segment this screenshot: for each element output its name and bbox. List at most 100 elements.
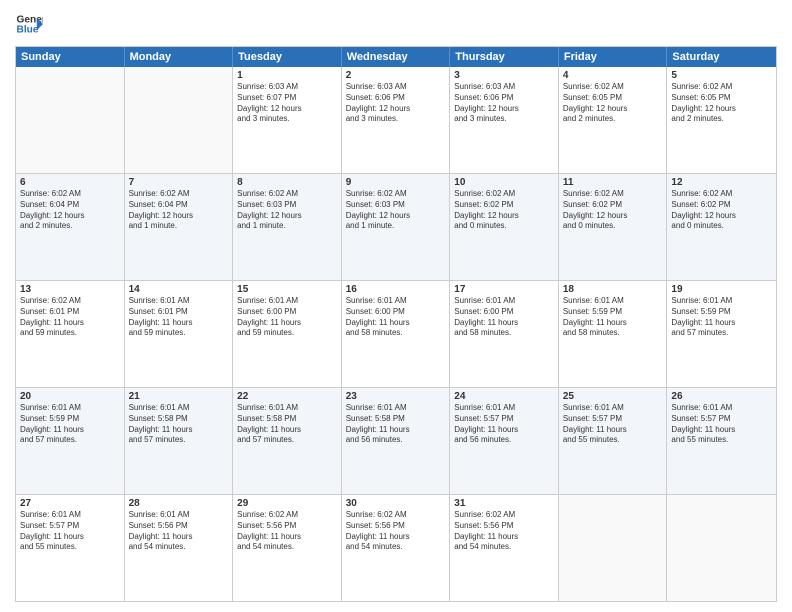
day-header-sunday: Sunday: [16, 47, 125, 67]
calendar-cell: 5Sunrise: 6:02 AM Sunset: 6:05 PM Daylig…: [667, 67, 776, 173]
cell-date: 5: [671, 70, 772, 81]
cell-date: 14: [129, 284, 229, 295]
calendar-cell: 16Sunrise: 6:01 AM Sunset: 6:00 PM Dayli…: [342, 281, 451, 387]
calendar-cell: 27Sunrise: 6:01 AM Sunset: 5:57 PM Dayli…: [16, 495, 125, 601]
cell-date: 16: [346, 284, 446, 295]
calendar-cell: 13Sunrise: 6:02 AM Sunset: 6:01 PM Dayli…: [16, 281, 125, 387]
cell-info: Sunrise: 6:02 AM Sunset: 6:03 PM Dayligh…: [346, 189, 446, 232]
calendar-cell: 30Sunrise: 6:02 AM Sunset: 5:56 PM Dayli…: [342, 495, 451, 601]
cell-info: Sunrise: 6:02 AM Sunset: 6:02 PM Dayligh…: [671, 189, 772, 232]
cell-info: Sunrise: 6:02 AM Sunset: 6:03 PM Dayligh…: [237, 189, 337, 232]
cell-date: 7: [129, 177, 229, 188]
calendar-cell: 12Sunrise: 6:02 AM Sunset: 6:02 PM Dayli…: [667, 174, 776, 280]
cell-info: Sunrise: 6:03 AM Sunset: 6:06 PM Dayligh…: [454, 82, 554, 125]
day-header-monday: Monday: [125, 47, 234, 67]
cell-info: Sunrise: 6:02 AM Sunset: 6:01 PM Dayligh…: [20, 296, 120, 339]
calendar-cell: 8Sunrise: 6:02 AM Sunset: 6:03 PM Daylig…: [233, 174, 342, 280]
cell-info: Sunrise: 6:02 AM Sunset: 6:04 PM Dayligh…: [20, 189, 120, 232]
cell-date: 1: [237, 70, 337, 81]
cell-date: 29: [237, 498, 337, 509]
cell-info: Sunrise: 6:03 AM Sunset: 6:07 PM Dayligh…: [237, 82, 337, 125]
calendar-cell: 2Sunrise: 6:03 AM Sunset: 6:06 PM Daylig…: [342, 67, 451, 173]
calendar-cell: 23Sunrise: 6:01 AM Sunset: 5:58 PM Dayli…: [342, 388, 451, 494]
cell-info: Sunrise: 6:01 AM Sunset: 5:59 PM Dayligh…: [20, 403, 120, 446]
cell-date: 10: [454, 177, 554, 188]
calendar-cell: 4Sunrise: 6:02 AM Sunset: 6:05 PM Daylig…: [559, 67, 668, 173]
cell-date: 26: [671, 391, 772, 402]
cell-date: 6: [20, 177, 120, 188]
calendar-cell: 9Sunrise: 6:02 AM Sunset: 6:03 PM Daylig…: [342, 174, 451, 280]
calendar-cell: 3Sunrise: 6:03 AM Sunset: 6:06 PM Daylig…: [450, 67, 559, 173]
calendar-cell: 26Sunrise: 6:01 AM Sunset: 5:57 PM Dayli…: [667, 388, 776, 494]
cell-date: 22: [237, 391, 337, 402]
cell-date: 21: [129, 391, 229, 402]
cell-date: 23: [346, 391, 446, 402]
cell-date: 20: [20, 391, 120, 402]
cell-date: 30: [346, 498, 446, 509]
cell-info: Sunrise: 6:01 AM Sunset: 5:57 PM Dayligh…: [671, 403, 772, 446]
cell-date: 24: [454, 391, 554, 402]
cell-info: Sunrise: 6:01 AM Sunset: 6:00 PM Dayligh…: [454, 296, 554, 339]
cell-info: Sunrise: 6:03 AM Sunset: 6:06 PM Dayligh…: [346, 82, 446, 125]
calendar-row: 6Sunrise: 6:02 AM Sunset: 6:04 PM Daylig…: [16, 174, 776, 281]
calendar-cell: 6Sunrise: 6:02 AM Sunset: 6:04 PM Daylig…: [16, 174, 125, 280]
calendar-cell: 22Sunrise: 6:01 AM Sunset: 5:58 PM Dayli…: [233, 388, 342, 494]
logo-icon: General Blue: [15, 10, 43, 38]
logo: General Blue: [15, 10, 43, 38]
cell-info: Sunrise: 6:01 AM Sunset: 5:56 PM Dayligh…: [129, 510, 229, 553]
calendar-cell: 31Sunrise: 6:02 AM Sunset: 5:56 PM Dayli…: [450, 495, 559, 601]
cell-info: Sunrise: 6:01 AM Sunset: 5:59 PM Dayligh…: [671, 296, 772, 339]
calendar-cell: 24Sunrise: 6:01 AM Sunset: 5:57 PM Dayli…: [450, 388, 559, 494]
calendar-cell: 10Sunrise: 6:02 AM Sunset: 6:02 PM Dayli…: [450, 174, 559, 280]
cell-date: 11: [563, 177, 663, 188]
svg-text:Blue: Blue: [17, 25, 39, 36]
cell-info: Sunrise: 6:01 AM Sunset: 5:58 PM Dayligh…: [346, 403, 446, 446]
cell-date: 4: [563, 70, 663, 81]
calendar-cell: 17Sunrise: 6:01 AM Sunset: 6:00 PM Dayli…: [450, 281, 559, 387]
cell-info: Sunrise: 6:02 AM Sunset: 6:04 PM Dayligh…: [129, 189, 229, 232]
calendar-cell: [559, 495, 668, 601]
calendar: SundayMondayTuesdayWednesdayThursdayFrid…: [15, 46, 777, 602]
calendar-cell: 20Sunrise: 6:01 AM Sunset: 5:59 PM Dayli…: [16, 388, 125, 494]
calendar-row: 1Sunrise: 6:03 AM Sunset: 6:07 PM Daylig…: [16, 67, 776, 174]
cell-date: 2: [346, 70, 446, 81]
cell-date: 9: [346, 177, 446, 188]
day-header-thursday: Thursday: [450, 47, 559, 67]
calendar-cell: [16, 67, 125, 173]
calendar-cell: 28Sunrise: 6:01 AM Sunset: 5:56 PM Dayli…: [125, 495, 234, 601]
cell-date: 25: [563, 391, 663, 402]
calendar-cell: 29Sunrise: 6:02 AM Sunset: 5:56 PM Dayli…: [233, 495, 342, 601]
cell-info: Sunrise: 6:02 AM Sunset: 6:05 PM Dayligh…: [671, 82, 772, 125]
day-header-tuesday: Tuesday: [233, 47, 342, 67]
cell-date: 15: [237, 284, 337, 295]
calendar-cell: 15Sunrise: 6:01 AM Sunset: 6:00 PM Dayli…: [233, 281, 342, 387]
calendar-row: 27Sunrise: 6:01 AM Sunset: 5:57 PM Dayli…: [16, 495, 776, 601]
calendar-cell: 21Sunrise: 6:01 AM Sunset: 5:58 PM Dayli…: [125, 388, 234, 494]
calendar-cell: 25Sunrise: 6:01 AM Sunset: 5:57 PM Dayli…: [559, 388, 668, 494]
cell-date: 27: [20, 498, 120, 509]
cell-info: Sunrise: 6:01 AM Sunset: 5:57 PM Dayligh…: [454, 403, 554, 446]
cell-date: 13: [20, 284, 120, 295]
cell-info: Sunrise: 6:02 AM Sunset: 5:56 PM Dayligh…: [454, 510, 554, 553]
day-header-friday: Friday: [559, 47, 668, 67]
page: General Blue SundayMondayTuesdayWednesda…: [0, 0, 792, 612]
day-headers: SundayMondayTuesdayWednesdayThursdayFrid…: [16, 47, 776, 67]
cell-date: 8: [237, 177, 337, 188]
cell-info: Sunrise: 6:01 AM Sunset: 5:59 PM Dayligh…: [563, 296, 663, 339]
cell-info: Sunrise: 6:02 AM Sunset: 5:56 PM Dayligh…: [346, 510, 446, 553]
cell-info: Sunrise: 6:02 AM Sunset: 5:56 PM Dayligh…: [237, 510, 337, 553]
calendar-cell: [667, 495, 776, 601]
cell-info: Sunrise: 6:01 AM Sunset: 5:57 PM Dayligh…: [20, 510, 120, 553]
cell-info: Sunrise: 6:02 AM Sunset: 6:02 PM Dayligh…: [454, 189, 554, 232]
cell-info: Sunrise: 6:01 AM Sunset: 5:57 PM Dayligh…: [563, 403, 663, 446]
calendar-cell: 18Sunrise: 6:01 AM Sunset: 5:59 PM Dayli…: [559, 281, 668, 387]
cell-info: Sunrise: 6:02 AM Sunset: 6:05 PM Dayligh…: [563, 82, 663, 125]
day-header-wednesday: Wednesday: [342, 47, 451, 67]
cell-date: 19: [671, 284, 772, 295]
calendar-cell: 7Sunrise: 6:02 AM Sunset: 6:04 PM Daylig…: [125, 174, 234, 280]
cell-info: Sunrise: 6:01 AM Sunset: 6:00 PM Dayligh…: [237, 296, 337, 339]
cell-date: 12: [671, 177, 772, 188]
cell-date: 28: [129, 498, 229, 509]
calendar-row: 13Sunrise: 6:02 AM Sunset: 6:01 PM Dayli…: [16, 281, 776, 388]
calendar-cell: 14Sunrise: 6:01 AM Sunset: 6:01 PM Dayli…: [125, 281, 234, 387]
